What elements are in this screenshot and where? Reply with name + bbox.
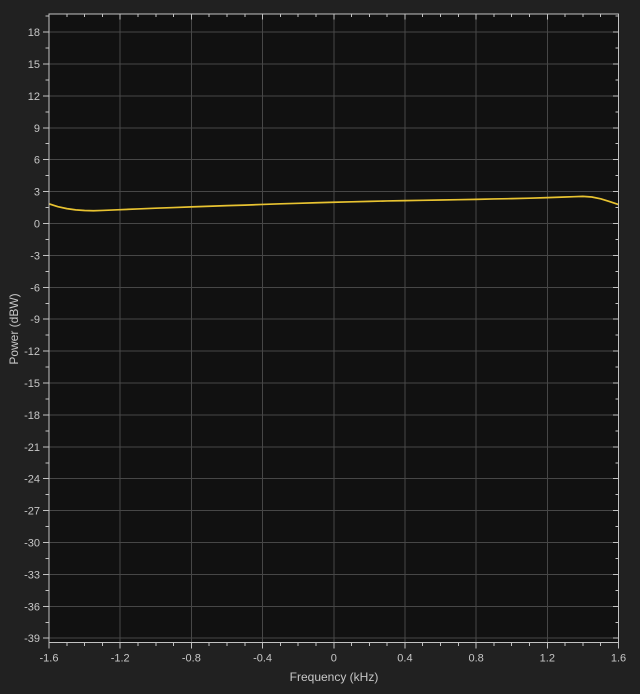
y-tick-label: -24 [24, 474, 40, 486]
figure-canvas: -1.6 -1.2 -0.8 -0.4 0 0.4 0.8 1.2 1.6 18 15 12 9 6 3 0 -… [0, 0, 640, 694]
x-tick-label: -1.6 [40, 653, 59, 665]
x-tick-label: 0 [331, 653, 337, 665]
y-tick-label: -15 [24, 378, 40, 390]
y-tick-label: 9 [34, 123, 40, 135]
y-tick-label: 12 [28, 91, 40, 103]
y-tick-label: 0 [34, 219, 40, 231]
y-tick-label: -6 [30, 282, 40, 294]
x-tick-label: 0.4 [397, 653, 412, 665]
y-tick-label: -3 [30, 250, 40, 262]
spectrum-plot: -1.6 -1.2 -0.8 -0.4 0 0.4 0.8 1.2 1.6 18 15 12 9 6 3 0 -… [24, 13, 626, 665]
y-tick-label: -21 [24, 442, 40, 454]
y-tick-label: -33 [24, 569, 40, 581]
y-tick-label: 18 [28, 27, 40, 39]
x-tick-label: 0.8 [468, 653, 483, 665]
x-axis-label: Frequency (kHz) [289, 670, 379, 684]
y-tick-label: -30 [24, 538, 40, 550]
x-tick-label: -0.4 [253, 653, 272, 665]
x-tick-label: -1.2 [111, 653, 130, 665]
y-tick-label: 6 [34, 155, 40, 167]
y-tick-label: -27 [24, 506, 40, 518]
y-axis-label: Power (dBW) [7, 293, 21, 365]
y-tick-label: -18 [24, 410, 40, 422]
x-tick-label: 1.6 [611, 653, 626, 665]
x-tick-label: 1.2 [540, 653, 555, 665]
y-tick-label: -9 [30, 314, 40, 326]
y-tick-label: 15 [28, 59, 40, 71]
y-tick-label: -12 [24, 346, 40, 358]
y-tick-label: 3 [34, 187, 40, 199]
y-tick-label: -39 [24, 633, 40, 645]
x-tick-label: -0.8 [182, 653, 201, 665]
y-tick-label: -36 [24, 601, 40, 613]
